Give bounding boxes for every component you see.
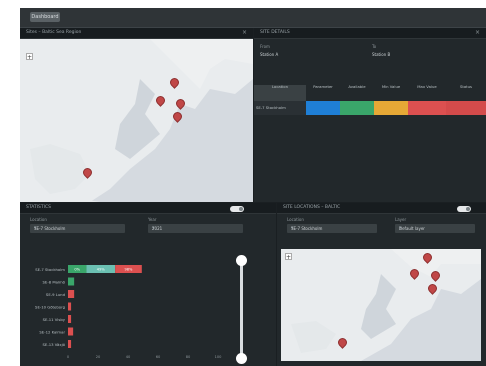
category-label: SE-7 Stockholm (35, 267, 65, 272)
range-slider-track[interactable] (240, 259, 243, 361)
category-label: SE-9 Lund (46, 292, 66, 297)
table-row-label: SE-7 Stockholm (256, 105, 286, 110)
x-tick-label: 60 (156, 355, 161, 359)
map-view[interactable]: + (20, 39, 253, 202)
zoom-in-button[interactable]: + (26, 53, 33, 61)
field-label: From (260, 44, 270, 49)
category-label: SE-12 Kalmar (39, 330, 65, 335)
bar[interactable] (68, 302, 72, 311)
map2-panel-title: SITE LOCATIONS – BALTIC (283, 205, 341, 210)
top-toolbar: Dashboard (20, 8, 486, 28)
bar[interactable] (68, 277, 75, 286)
table-header: Parameter (313, 84, 333, 89)
x-tick-label: 20 (96, 355, 101, 359)
bar-segment-label: 98% (124, 268, 133, 272)
map2-panel-header: SITE LOCATIONS – BALTIC (277, 203, 486, 214)
bar-segment-label: 49% (97, 268, 106, 272)
app-window: Dashboard Sites – Baltic Sea Region × + (20, 8, 486, 366)
category-label: SE-8 Malmö (43, 280, 66, 285)
map2-canvas[interactable] (281, 249, 481, 361)
table-cell (306, 101, 340, 115)
chevron-down-icon: ▾ (291, 225, 294, 231)
close-icon[interactable]: × (242, 29, 247, 36)
map-canvas[interactable] (20, 39, 253, 202)
map2-panel: SITE LOCATIONS – BALTIC Location SE-7 St… (277, 203, 486, 366)
table-cell (340, 101, 374, 115)
table-cell (374, 101, 408, 115)
table-header: Available (348, 84, 366, 89)
field-label: Location (287, 217, 304, 222)
field-label: To (372, 44, 377, 49)
bar-segment-label: 0% (74, 268, 80, 272)
x-tick-label: 80 (186, 355, 191, 359)
range-slider-handle-top[interactable] (236, 255, 247, 266)
detail-panel: SITE DETAILS × From Station A To Station… (254, 28, 486, 202)
category-label: SE-13 Växjö (43, 342, 66, 347)
bar[interactable] (68, 340, 72, 348)
dashboard-button[interactable]: Dashboard (30, 12, 60, 22)
toggle-switch[interactable] (457, 206, 471, 212)
bar-chart: SE-7 Stockholm 0% 49% 98% SE-8 Malmö SE-9 Lun… (35, 265, 223, 359)
detail-panel-title: SITE DETAILS (260, 30, 290, 35)
range-slider-handle-bottom[interactable] (236, 353, 247, 364)
category-label: SE-10 Göteborg (35, 305, 66, 310)
map2-view[interactable]: + (281, 249, 481, 361)
map-panel-title: Sites – Baltic Sea Region (26, 30, 82, 35)
table-header: Max Value (417, 84, 437, 89)
bar[interactable] (68, 327, 74, 336)
x-tick-label: 0 (67, 355, 70, 359)
chevron-down-icon: ▾ (399, 225, 402, 231)
field-label: Layer (395, 217, 407, 222)
bar[interactable] (68, 315, 72, 323)
field-value: Station B (372, 52, 391, 57)
x-tick-label: 100 (215, 355, 223, 359)
bar[interactable] (68, 290, 75, 298)
zoom-in-button[interactable]: + (285, 253, 292, 261)
table-cell (446, 101, 486, 115)
table-header: Status (459, 84, 473, 89)
table-cell (408, 101, 446, 115)
location-select[interactable]: SE-7 Stockholm ▾ (287, 224, 377, 233)
chart-panel: STATISTICS Location SE-7 Stockholm ▾ Yea… (20, 203, 276, 366)
close-icon[interactable]: × (475, 29, 480, 36)
detail-panel-header: SITE DETAILS × (254, 28, 486, 39)
table-row[interactable]: SE-7 Stockholm (254, 101, 306, 115)
map-panel-header: Sites – Baltic Sea Region × (20, 28, 253, 39)
table-header: Location (254, 85, 306, 101)
map-panel: Sites – Baltic Sea Region × + (20, 28, 253, 202)
field-value: Station A (260, 52, 279, 57)
category-label: SE-11 Visby (43, 317, 66, 322)
table-header: Min Value (381, 84, 401, 89)
x-tick-label: 40 (126, 355, 131, 359)
layer-select[interactable]: Default layer ▾ (395, 224, 475, 233)
